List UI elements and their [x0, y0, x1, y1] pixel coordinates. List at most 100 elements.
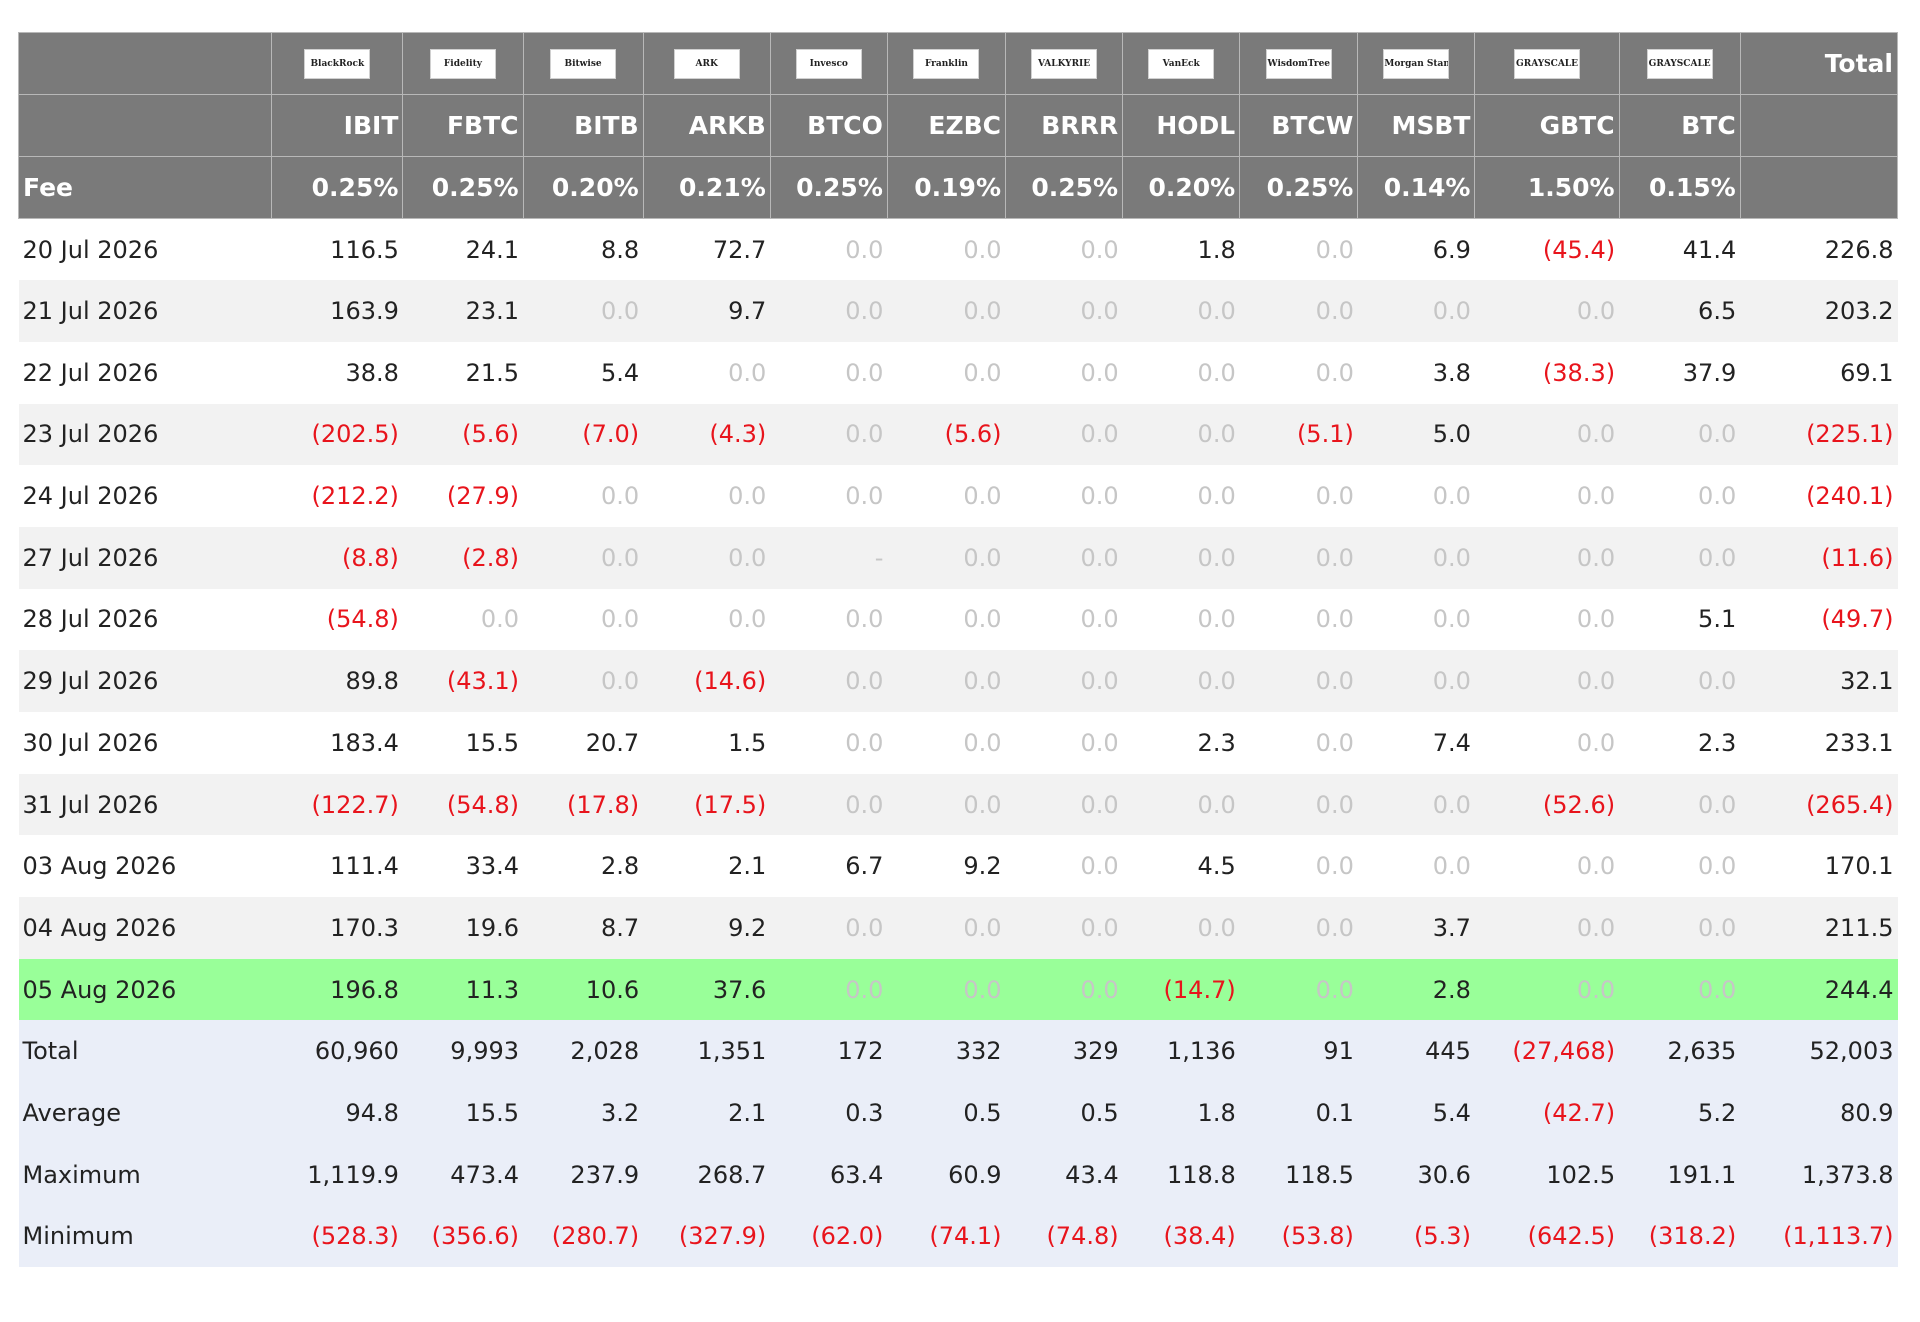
flow-value-cell: 0.0 — [1474, 712, 1620, 774]
summary-value-cell: (74.1) — [887, 1205, 1006, 1268]
row-total-cell: 32.1 — [1740, 650, 1898, 712]
flow-value-cell: 0.0 — [887, 526, 1006, 589]
summary-value-cell: (528.3) — [271, 1205, 403, 1268]
fund-ticker: FBTC — [402, 94, 524, 157]
summary-value-cell: 2,028 — [523, 1020, 644, 1083]
summary-value-cell: 0.3 — [770, 1082, 888, 1144]
flow-value-cell: 0.0 — [1357, 835, 1475, 898]
fund-logo: Fidelity — [429, 49, 496, 79]
flow-value-cell: 15.5 — [402, 712, 524, 774]
fund-logo: GRAYSCALE — [1646, 49, 1713, 79]
flow-value-cell: 0.0 — [1357, 773, 1475, 836]
flow-value-cell: 0.0 — [1239, 773, 1358, 836]
flow-value-cell: 0.0 — [770, 897, 888, 959]
table-row: 28 Jul 2026 (54.8) 0.0 0.0 0.0 0.0 0.0 0.0 0.0 0.… — [18, 588, 1898, 651]
flow-value-cell: 11.3 — [402, 958, 524, 1021]
flow-value-cell: 0.0 — [1619, 403, 1741, 466]
flow-value-cell: 0.0 — [1474, 403, 1620, 466]
summary-value-cell: (42.7) — [1474, 1082, 1620, 1144]
flow-value-cell: (8.8) — [271, 526, 403, 589]
fund-logo-cell: VanEck — [1122, 32, 1241, 95]
fee-label: Fee — [17, 156, 273, 219]
flow-value-cell: 163.9 — [271, 280, 403, 342]
flow-value-cell: 6.7 — [770, 835, 888, 898]
row-date: 03 Aug 2026 — [18, 835, 272, 898]
flow-value-cell: 38.8 — [271, 341, 403, 404]
summary-value-cell: 2,635 — [1619, 1020, 1741, 1083]
flow-value-cell: 0.0 — [770, 465, 888, 527]
flow-value-cell: 0.0 — [1005, 835, 1123, 898]
fund-logo-cell: Morgan Stanley — [1357, 32, 1476, 95]
fund-logo: ARK — [673, 49, 740, 79]
table-row: 31 Jul 2026 (122.7) (54.8) (17.8) (17.5) 0.0 0… — [18, 773, 1898, 836]
summary-value-cell: 191.1 — [1619, 1143, 1741, 1206]
summary-value-cell: 0.5 — [887, 1082, 1006, 1144]
flow-value-cell: 170.3 — [271, 897, 403, 959]
flow-value-cell: 0.0 — [1122, 588, 1240, 651]
flow-value-cell: 0.0 — [1619, 465, 1741, 527]
table-row: 21 Jul 2026 163.9 23.1 0.0 9.7 0.0 0.0 0.0 0.0 0.… — [18, 280, 1898, 342]
row-total-cell: 244.4 — [1740, 958, 1898, 1021]
flow-value-cell: 37.6 — [643, 958, 771, 1021]
summary-label: Minimum — [18, 1205, 272, 1268]
summary-value-cell: (38.4) — [1122, 1205, 1240, 1268]
row-total-cell: 233.1 — [1740, 712, 1898, 774]
flow-value-cell: 9.2 — [643, 897, 771, 959]
summary-value-cell: 172 — [770, 1020, 888, 1083]
flow-value-cell: 0.0 — [1474, 958, 1620, 1021]
table-header: BlackRock Fidelity Bitwise ARK Invesco Frankl… — [17, 32, 1899, 219]
flow-value-cell: 0.0 — [887, 897, 1006, 959]
flow-value-cell: 1.5 — [643, 712, 771, 774]
summary-total-cell: 1,373.8 — [1740, 1143, 1898, 1206]
flow-value-cell: 0.0 — [1474, 526, 1620, 589]
summary-value-cell: (280.7) — [523, 1205, 644, 1268]
flow-value-cell: 0.0 — [1619, 526, 1741, 589]
fund-logo: Morgan Stanley — [1383, 49, 1450, 79]
header-fee-row: Fee 0.25% 0.25% 0.20% 0.21% 0.25% 0.19% 0.25% 0.… — [17, 156, 1899, 219]
flow-value-cell: 0.0 — [1474, 650, 1620, 712]
flow-value-cell: 0.0 — [770, 403, 888, 466]
header-blank-cell — [1739, 94, 1899, 157]
flow-value-cell: 24.1 — [402, 218, 524, 281]
fund-logo-cell: Invesco — [769, 32, 888, 95]
flow-value-cell: 0.0 — [887, 341, 1006, 404]
fund-ticker: BRRR — [1004, 94, 1124, 157]
summary-value-cell: 60,960 — [271, 1020, 403, 1083]
etf-flow-table-container: BlackRock Fidelity Bitwise ARK Invesco Frankl… — [17, 32, 1899, 1268]
flow-value-cell: 3.7 — [1357, 897, 1475, 959]
fund-ticker: HODL — [1122, 94, 1241, 157]
flow-value-cell: 0.0 — [770, 588, 888, 651]
fund-fee: 0.25% — [769, 156, 888, 219]
flow-value-cell: 0.0 — [1122, 526, 1240, 589]
flow-value-cell: 6.5 — [1619, 280, 1741, 342]
summary-row: Average 94.8 15.5 3.2 2.1 0.3 0.5 0.5 1.8 0.1 5.4(… — [18, 1082, 1898, 1144]
fund-logo-cell: ARK — [642, 32, 771, 95]
flow-value-cell: 0.0 — [1239, 897, 1358, 959]
flow-value-cell: 0.0 — [1122, 280, 1240, 342]
row-total-cell: 69.1 — [1740, 341, 1898, 404]
flow-value-cell: (212.2) — [271, 465, 403, 527]
fund-ticker: MSBT — [1357, 94, 1476, 157]
flow-value-cell: 0.0 — [1239, 341, 1358, 404]
flow-value-cell: 0.0 — [1005, 341, 1123, 404]
summary-value-cell: 237.9 — [523, 1143, 644, 1206]
flow-value-cell: 0.0 — [1005, 403, 1123, 466]
fund-logo: GRAYSCALE — [1514, 49, 1581, 79]
flow-value-cell: 2.8 — [1357, 958, 1475, 1021]
flow-value-cell: 0.0 — [1239, 712, 1358, 774]
flow-value-cell: (17.5) — [643, 773, 771, 836]
fund-logo-cell: Fidelity — [402, 32, 524, 95]
flow-value-cell: 0.0 — [523, 465, 644, 527]
summary-value-cell: (62.0) — [770, 1205, 888, 1268]
summary-value-cell: 63.4 — [770, 1143, 888, 1206]
table-row: 20 Jul 2026 116.5 24.1 8.8 72.7 0.0 0.0 0.0 1.8 0… — [18, 218, 1898, 281]
summary-total-cell: 80.9 — [1740, 1082, 1898, 1144]
fund-fee: 0.25% — [402, 156, 524, 219]
table-body: 20 Jul 2026 116.5 24.1 8.8 72.7 0.0 0.0 0.0 1.8 0… — [18, 218, 1898, 1021]
flow-value-cell: 0.0 — [1239, 280, 1358, 342]
fund-logo: Invesco — [795, 49, 862, 79]
row-total-cell: (265.4) — [1740, 773, 1898, 836]
flow-value-cell: 0.0 — [770, 773, 888, 836]
flow-value-cell: 0.0 — [1239, 958, 1358, 1021]
flow-value-cell: 0.0 — [1474, 588, 1620, 651]
